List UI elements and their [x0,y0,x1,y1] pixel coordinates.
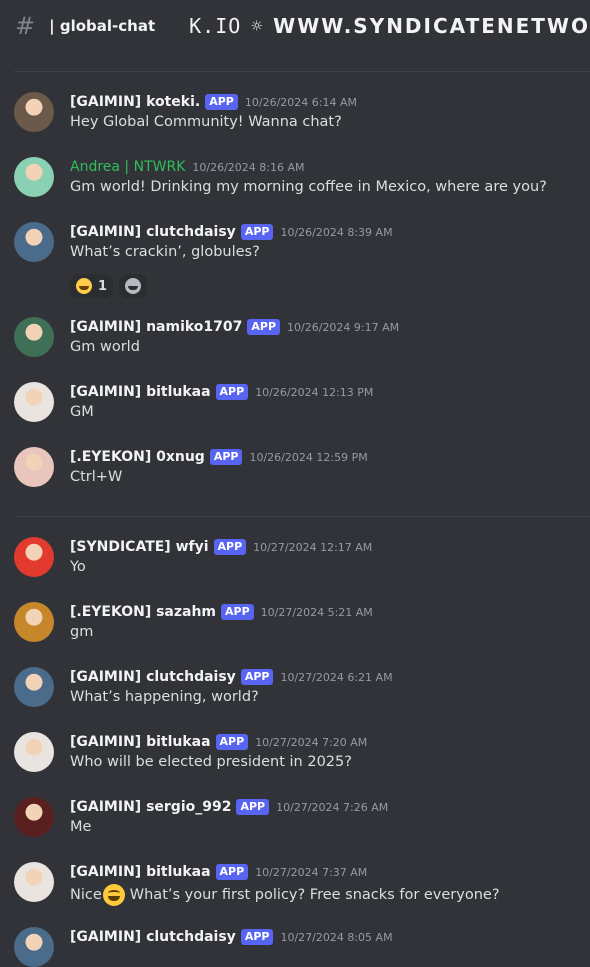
username[interactable]: [GAIMIN] bitlukaa [70,734,211,750]
message-content: What’s happening, world? [70,689,259,705]
avatar[interactable] [14,382,54,422]
timestamp: 10/27/2024 7:26 AM [276,801,388,814]
username[interactable]: [GAIMIN] bitlukaa [70,384,211,400]
topic-left-text: K.IO [189,14,241,38]
username[interactable]: Andrea | NTWRK [70,159,185,175]
app-badge: APP [216,384,249,400]
topic-right-text: WWW.SYNDICATENETWO [273,14,590,38]
avatar[interactable] [14,157,54,197]
timestamp: 10/27/2024 7:20 AM [255,736,367,749]
joy-emoji-icon [76,278,92,294]
channel-hash-icon: # [15,12,35,40]
message-content: Gm world! Drinking my morning coffee in … [70,179,547,195]
timestamp: 10/27/2024 12:17 AM [253,541,372,554]
avatar[interactable] [14,732,54,772]
date-divider [14,516,590,517]
message-content: Who will be elected president in 2025? [70,754,352,770]
app-badge: APP [241,224,274,240]
message-content: Ctrl+W [70,469,122,485]
timestamp: 10/27/2024 8:05 AM [280,931,392,944]
username[interactable]: [.EYEKON] sazahm [70,604,216,620]
app-badge: APP [236,799,269,815]
avatar[interactable] [14,317,54,357]
username[interactable]: [GAIMIN] bitlukaa [70,864,211,880]
channel-name[interactable]: | global-chat [49,17,155,35]
reaction-joy[interactable]: 1 [70,274,113,298]
username[interactable]: [GAIMIN] koteki. [70,94,200,110]
timestamp: 10/26/2024 12:13 PM [255,386,373,399]
app-badge: APP [214,539,247,555]
channel-header: # | global-chat K.IO ☼ WWW.SYNDICATENETW… [0,0,590,52]
channel-topic[interactable]: K.IO ☼ WWW.SYNDICATENETWO [189,14,590,38]
app-badge: APP [210,449,243,465]
add-reaction-button[interactable] [119,274,147,298]
avatar[interactable] [14,862,54,902]
timestamp: 10/27/2024 6:21 AM [280,671,392,684]
app-badge: APP [241,669,274,685]
avatar[interactable] [14,797,54,837]
sun-icon: ☼ [251,16,263,37]
message-content: GM [70,404,94,420]
smile-emoji-icon [103,884,125,906]
app-badge: APP [247,319,280,335]
app-badge: APP [221,604,254,620]
avatar[interactable] [14,927,54,967]
timestamp: 10/26/2024 8:16 AM [192,161,304,174]
reactions-bar: 1 [70,274,153,298]
app-badge: APP [216,864,249,880]
app-badge: APP [205,94,238,110]
avatar[interactable] [14,92,54,132]
message-content: Hey Global Community! Wanna chat? [70,114,342,130]
app-badge: APP [216,734,249,750]
reaction-count: 1 [98,279,107,294]
username[interactable]: [GAIMIN] clutchdaisy [70,224,236,240]
message-content: Nice What’s your first policy? Free snac… [70,884,500,906]
username[interactable]: [GAIMIN] clutchdaisy [70,929,236,945]
avatar[interactable] [14,667,54,707]
message-text-suffix: What’s your first policy? Free snacks fo… [130,887,500,903]
timestamp: 10/26/2024 9:17 AM [287,321,399,334]
timestamp: 10/26/2024 6:14 AM [245,96,357,109]
avatar[interactable] [14,447,54,487]
message-content: Me [70,819,91,835]
avatar[interactable] [14,602,54,642]
timestamp: 10/26/2024 8:39 AM [280,226,392,239]
message-text-prefix: Nice [70,887,102,903]
username[interactable]: [.EYEKON] 0xnug [70,449,205,465]
username[interactable]: [GAIMIN] sergio_992 [70,799,231,815]
avatar[interactable] [14,537,54,577]
message-content: gm [70,624,93,640]
username[interactable]: [SYNDICATE] wfyi [70,539,209,555]
timestamp: 10/27/2024 5:21 AM [261,606,373,619]
message-content: Gm world [70,339,140,355]
username[interactable]: [GAIMIN] namiko1707 [70,319,242,335]
timestamp: 10/27/2024 7:37 AM [255,866,367,879]
date-divider [14,71,590,72]
timestamp: 10/26/2024 12:59 PM [249,451,367,464]
message-content: What’s crackin’, globules? [70,244,260,260]
app-badge: APP [241,929,274,945]
username[interactable]: [GAIMIN] clutchdaisy [70,669,236,685]
add-reaction-icon [125,278,141,294]
avatar[interactable] [14,222,54,262]
message-content: Yo [70,559,86,575]
